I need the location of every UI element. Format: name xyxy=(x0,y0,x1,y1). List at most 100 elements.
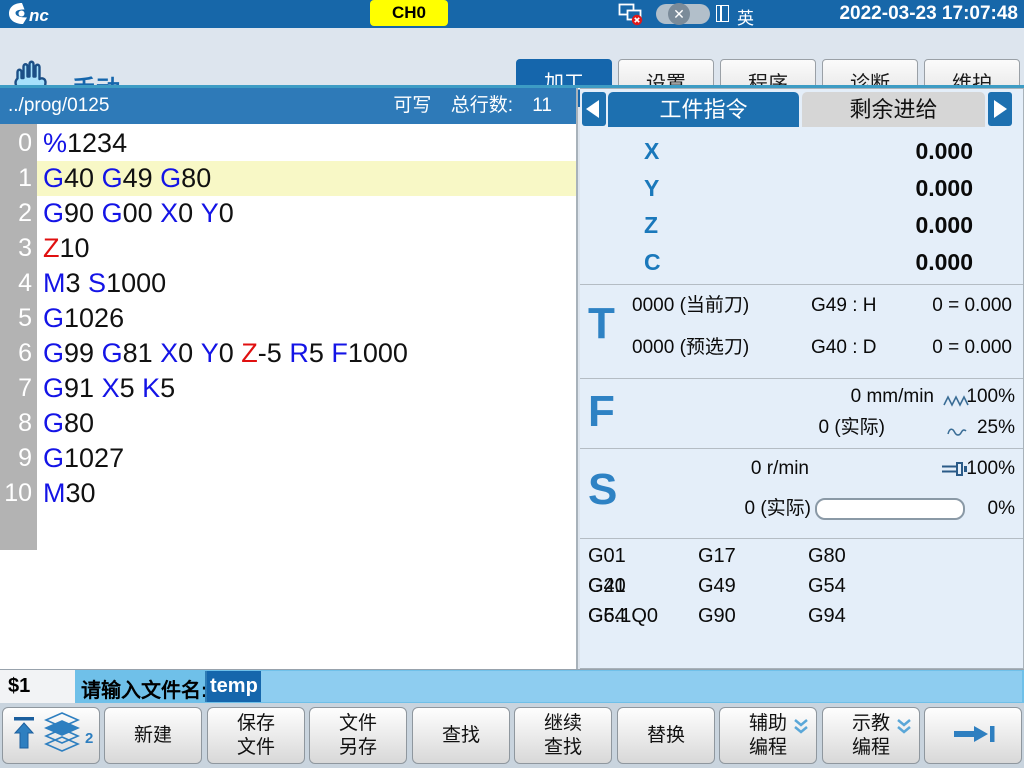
editor-line[interactable]: 9G1027 xyxy=(0,441,576,476)
editor-line[interactable]: 5G1026 xyxy=(0,301,576,336)
axis-row-y: Y 0.000 xyxy=(580,170,1023,207)
prev-page-arrow[interactable] xyxy=(582,92,606,126)
feed-row: 0 mm/min 100% xyxy=(580,384,1023,410)
aux-programming-button[interactable]: 辅助编程 xyxy=(719,707,817,764)
find-next-button[interactable]: 继续查找 xyxy=(514,707,612,764)
code-text: G80 xyxy=(37,406,576,441)
editor-line[interactable]: 4M3 S1000 xyxy=(0,266,576,301)
new-file-button[interactable]: 新建 xyxy=(104,707,202,764)
gcode-row: G64G90G94 xyxy=(588,601,1023,631)
tool-comp-value: 0 = 0.000 xyxy=(932,335,1012,361)
spindle-row: 0 (实际) 0% xyxy=(580,496,1023,524)
editor-line[interactable]: 2G90 G00 X0 Y0 xyxy=(0,196,576,231)
line-number: 5 xyxy=(0,304,37,333)
input-close-toggle[interactable]: ✕ xyxy=(656,4,710,24)
menu-nav-button[interactable]: 2 xyxy=(2,707,100,764)
code-text: G90 G00 X0 Y0 xyxy=(37,196,576,231)
axis-value: 0.000 xyxy=(915,133,973,170)
axis-row-z: Z 0.000 xyxy=(580,207,1023,244)
editor-line[interactable]: 1G40 G49 G80 xyxy=(0,161,576,196)
editor-line[interactable]: 7G91 X5 K5 xyxy=(0,371,576,406)
network-error-icon[interactable] xyxy=(618,2,644,31)
filename-input[interactable]: temp xyxy=(205,671,1022,702)
gcode-cell: G80 xyxy=(808,541,918,571)
axis-row-x: X 0.000 xyxy=(580,133,1023,170)
jump-top-icon xyxy=(11,715,37,756)
gcode-cell: G40 xyxy=(588,571,698,601)
axis-name: X xyxy=(644,133,659,170)
tab-workpiece-command[interactable]: 工件指令 xyxy=(608,92,799,127)
mode-bar: 手动 加工 设置 程序 诊断 维护 xyxy=(0,28,1024,85)
replace-button[interactable]: 替换 xyxy=(617,707,715,764)
softkey-toolbar: 2 新建 保存文件 文件另存 查找 继续查找 替换 辅助编程 示教编程 xyxy=(0,703,1024,768)
gcode-row: G01G17G80G21 xyxy=(588,541,1023,571)
language-indicator[interactable]: 英 xyxy=(737,4,754,29)
teach-programming-button[interactable]: 示教编程 xyxy=(822,707,920,764)
top-bar: nc CH0 ✕ 英 2022-03-23 17:07:48 xyxy=(0,0,1024,28)
line-number: 6 xyxy=(0,339,37,368)
line-number: 1 xyxy=(0,164,37,193)
tool-label: (当前刀) xyxy=(680,295,750,316)
feed-value: 0 xyxy=(851,386,862,407)
separator-line xyxy=(580,378,1023,379)
filename-prompt: 请输入文件名: xyxy=(81,674,208,703)
next-menu-button[interactable] xyxy=(924,707,1022,764)
editor-line[interactable]: 8G80 xyxy=(0,406,576,441)
spindle-value: 0 xyxy=(751,458,762,479)
spindle-load-percent: 0% xyxy=(955,496,1015,522)
gcode-cell: G01 xyxy=(588,541,698,571)
find-button[interactable]: 查找 xyxy=(412,707,510,764)
line-number: 9 xyxy=(0,444,37,473)
tool-comp: G40 : D xyxy=(811,335,876,361)
editor-line[interactable]: 0%1234 xyxy=(0,126,576,161)
program-editor[interactable]: 0%12341G40 G49 G802G90 G00 X0 Y03Z104M3 … xyxy=(0,124,578,669)
feed-row: 0 (实际) 25% xyxy=(580,415,1023,441)
line-number: 8 xyxy=(0,409,37,438)
program-path: ../prog/0125 xyxy=(8,88,109,124)
selected-filename-text: temp xyxy=(207,671,261,702)
svg-text:nc: nc xyxy=(29,6,49,25)
line-number: 2 xyxy=(0,199,37,228)
axis-name: Y xyxy=(644,170,659,207)
gcode-cell: G94 xyxy=(808,601,918,631)
editor-line[interactable]: 10M30 xyxy=(0,476,576,511)
editor-lines: 0%12341G40 G49 G802G90 G00 X0 Y03Z104M3 … xyxy=(0,126,576,511)
editor-line[interactable]: 3Z10 xyxy=(0,231,576,266)
separator-line xyxy=(580,284,1023,285)
spindle-actual-label: (实际) xyxy=(760,498,811,519)
separator-line xyxy=(580,538,1023,539)
arrow-bar-icon xyxy=(950,722,996,749)
spindle-row: 0 r/min 100% xyxy=(580,456,1023,482)
code-text: Z10 xyxy=(37,231,576,266)
clock: 2022-03-23 17:07:48 xyxy=(839,3,1018,25)
code-text: M3 S1000 xyxy=(37,266,576,301)
tool-row: 0000 (当前刀) G49 : H 0 = 0.000 xyxy=(580,293,1023,319)
rapid-override-percent: 100% xyxy=(955,384,1015,410)
code-text: G1027 xyxy=(37,441,576,476)
hnc-cnc-screen: nc CH0 ✕ 英 2022-03-23 17:07:48 手动 加工 设置 xyxy=(0,0,1024,768)
tool-row: 0000 (预选刀) G40 : D 0 = 0.000 xyxy=(580,335,1023,361)
next-page-arrow[interactable] xyxy=(988,92,1012,126)
spindle-unit: r/min xyxy=(767,458,809,479)
tab-remaining-feed[interactable]: 剩余进给 xyxy=(802,92,985,127)
modal-gcode-grid: G01G17G80G21G40G49G54G5.1Q0G64G90G94 xyxy=(588,541,1023,631)
editor-line[interactable]: 6G99 G81 X0 Y0 Z-5 R5 F1000 xyxy=(0,336,576,371)
axis-value: 0.000 xyxy=(915,170,973,207)
channel-label: $1 xyxy=(8,675,30,698)
hnc-logo-icon: nc xyxy=(8,2,62,31)
code-text: G99 G81 X0 Y0 Z-5 R5 F1000 xyxy=(37,336,576,371)
status-bar: $1 请输入文件名: temp xyxy=(0,669,1024,703)
gcode-cell: G90 xyxy=(698,601,808,631)
ime-book-icon[interactable] xyxy=(716,5,729,22)
spindle-actual-value: 0 xyxy=(744,498,755,519)
axis-name: C xyxy=(644,244,661,281)
code-text: %1234 xyxy=(37,126,576,161)
code-text: G91 X5 K5 xyxy=(37,371,576,406)
close-icon: ✕ xyxy=(668,3,690,25)
save-as-button[interactable]: 文件另存 xyxy=(309,707,407,764)
gcode-row: G40G49G54G5.1Q0 xyxy=(588,571,1023,601)
feed-actual-value: 0 xyxy=(818,417,829,438)
editor-header: ../prog/0125 可写 总行数: 11 xyxy=(0,88,578,124)
gcode-cell: G17 xyxy=(698,541,808,571)
save-file-button[interactable]: 保存文件 xyxy=(207,707,305,764)
